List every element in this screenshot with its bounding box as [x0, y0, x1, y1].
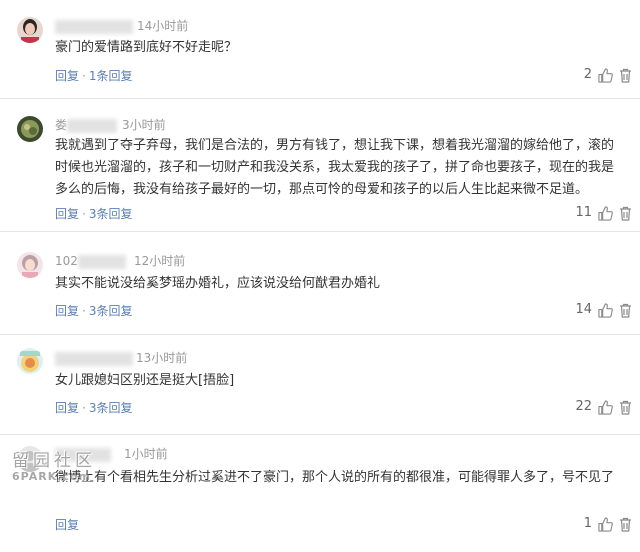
view-replies-link[interactable]: 3条回复: [89, 207, 133, 221]
comment-text: 女儿跟媳妇区别还是挺大[捂脸]: [55, 373, 235, 388]
comment-item: 13小时前 女儿跟媳妇区别还是挺大[捂脸] 回复 · 3条回复 22: [0, 334, 640, 435]
comment-actions: 22: [575, 398, 632, 416]
comment-item: 14小时前 豪门的爱情路到底好不好走呢？ 回复 · 1条回复 2: [0, 0, 640, 99]
username[interactable]: [55, 350, 135, 366]
comment-actions: 11: [575, 204, 632, 222]
meta-separator: ·: [82, 401, 86, 415]
site-watermark: 留园社区 6PARK.com: [12, 452, 96, 492]
comment-meta: 回复 · 1条回复: [55, 68, 132, 84]
comment-time: 3小时前: [122, 118, 166, 132]
reply-button[interactable]: 回复: [55, 304, 79, 318]
comment-time: 1小时前: [124, 447, 168, 461]
like-count: 22: [575, 399, 592, 414]
comment-text: 我就遇到了夺子弃母，我们是合法的，男方有钱了，想让我下课，想着我光溜溜的嫁给他了…: [55, 138, 615, 197]
comment-actions: 2: [584, 66, 632, 84]
comment-meta: 回复 · 3条回复: [55, 303, 132, 319]
comment-item: 娄 3小时前 我就遇到了夺子弃母，我们是合法的，男方有钱了，想让我下课，想着我光…: [0, 98, 640, 232]
avatar[interactable]: [17, 116, 43, 142]
reply-button[interactable]: 回复: [55, 518, 79, 532]
avatar[interactable]: [17, 348, 43, 374]
username[interactable]: 102: [55, 253, 128, 269]
view-replies-link[interactable]: 1条回复: [89, 69, 133, 83]
trash-icon[interactable]: [619, 206, 632, 221]
comment-text: 微博上有个看相先生分析过奚进不了豪门，那个人说的所有的都很准，可能得罪人多了，号…: [55, 470, 615, 485]
like-count: 1: [583, 516, 592, 531]
reply-button[interactable]: 回复: [55, 207, 79, 221]
thumbs-up-icon[interactable]: [598, 67, 613, 83]
avatar[interactable]: [17, 252, 43, 278]
thumbs-up-icon[interactable]: [598, 205, 613, 221]
comment-meta: 回复 · 3条回复: [55, 400, 132, 416]
comment-time: 13小时前: [136, 351, 188, 365]
trash-icon[interactable]: [619, 400, 632, 415]
like-count: 2: [583, 67, 592, 82]
comment-meta: 回复: [55, 517, 79, 533]
username[interactable]: 娄: [55, 117, 119, 133]
thumbs-up-icon[interactable]: [598, 516, 613, 532]
comment-actions: 14: [575, 301, 632, 319]
watermark-en: 6PARK.com: [12, 470, 91, 483]
comment-time: 12小时前: [134, 254, 186, 268]
watermark-cn: 留园社区: [12, 451, 96, 471]
trash-icon[interactable]: [619, 303, 632, 318]
thumbs-up-icon[interactable]: [598, 302, 613, 318]
meta-separator: ·: [82, 304, 86, 318]
like-count: 14: [575, 302, 592, 317]
meta-separator: ·: [82, 69, 86, 83]
like-count: 11: [575, 205, 592, 220]
reply-button[interactable]: 回复: [55, 401, 79, 415]
username[interactable]: [55, 18, 135, 34]
reply-button[interactable]: 回复: [55, 69, 79, 83]
comment-item: 1小时前 微博上有个看相先生分析过奚进不了豪门，那个人说的所有的都很准，可能得罪…: [0, 434, 640, 552]
view-replies-link[interactable]: 3条回复: [89, 304, 133, 318]
avatar[interactable]: [17, 17, 43, 43]
comment-text: 其实不能说没给奚梦瑶办婚礼，应该说没给何猷君办婚礼: [55, 276, 381, 291]
comment-meta: 回复 · 3条回复: [55, 206, 132, 222]
view-replies-link[interactable]: 3条回复: [89, 401, 133, 415]
comment-actions: 1: [584, 515, 632, 533]
comment-text: 豪门的爱情路到底好不好走呢？: [55, 40, 238, 55]
trash-icon[interactable]: [619, 68, 632, 83]
comment-time: 14小时前: [137, 19, 189, 33]
comment-item: 102 12小时前 其实不能说没给奚梦瑶办婚礼，应该说没给何猷君办婚礼 回复 · 3…: [0, 231, 640, 335]
meta-separator: ·: [82, 207, 86, 221]
trash-icon[interactable]: [619, 517, 632, 532]
thumbs-up-icon[interactable]: [598, 399, 613, 415]
